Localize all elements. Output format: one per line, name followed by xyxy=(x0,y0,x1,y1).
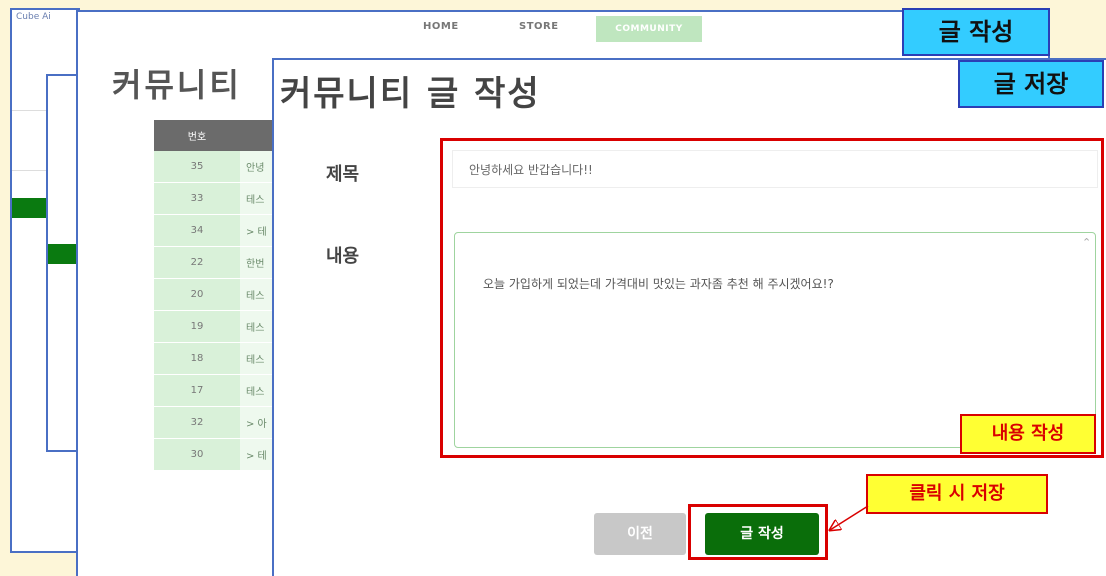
title-label: 제목 xyxy=(326,164,360,185)
post-table: 번호 35 안녕 33 테스 34 > 테 22 한번 20 테스 19 테스 18 테스 17 테스 32 > … xyxy=(154,120,284,471)
community-title: 커뮤니티 xyxy=(112,66,242,104)
page-title: 커뮤니티 글 작성 xyxy=(280,74,541,114)
content-highlight-box xyxy=(440,138,1104,458)
table-row[interactable]: 17 테스 xyxy=(154,374,284,407)
nav-store[interactable]: STORE xyxy=(519,21,559,32)
post-number: 17 xyxy=(154,374,240,407)
post-number: 34 xyxy=(154,214,240,247)
post-number: 19 xyxy=(154,310,240,343)
callout-content: 내용 작성 xyxy=(960,414,1096,454)
post-number: 32 xyxy=(154,406,240,439)
content-label: 내용 xyxy=(326,246,360,267)
post-number: 35 xyxy=(154,151,240,183)
table-row[interactable]: 34 > 테 xyxy=(154,214,284,247)
table-row[interactable]: 33 테스 xyxy=(154,182,284,215)
nav-community[interactable]: COMMUNITY xyxy=(596,16,702,42)
table-row[interactable]: 20 테스 xyxy=(154,278,284,311)
table-row[interactable]: 22 한번 xyxy=(154,246,284,279)
callout-click-save: 클릭 시 저장 xyxy=(866,474,1048,514)
column-header-number: 번호 xyxy=(154,120,240,151)
callout-write: 글 작성 xyxy=(902,8,1050,56)
nav-home[interactable]: HOME xyxy=(423,21,459,32)
table-header-row: 번호 xyxy=(154,120,284,151)
post-number: 30 xyxy=(154,438,240,471)
table-row[interactable]: 19 테스 xyxy=(154,310,284,343)
callout-save: 글 저장 xyxy=(958,60,1104,108)
table-row[interactable]: 35 안녕 xyxy=(154,151,284,183)
button-highlight-box xyxy=(688,504,828,560)
table-row[interactable]: 32 > 아 xyxy=(154,406,284,439)
post-number: 22 xyxy=(154,246,240,279)
brand-logo-text: Cube Ai xyxy=(16,12,51,22)
post-number: 20 xyxy=(154,278,240,311)
table-row[interactable]: 30 > 테 xyxy=(154,438,284,471)
table-row[interactable]: 18 테스 xyxy=(154,342,284,375)
post-number: 33 xyxy=(154,182,240,215)
post-number: 18 xyxy=(154,342,240,375)
prev-button[interactable]: 이전 xyxy=(594,513,686,555)
